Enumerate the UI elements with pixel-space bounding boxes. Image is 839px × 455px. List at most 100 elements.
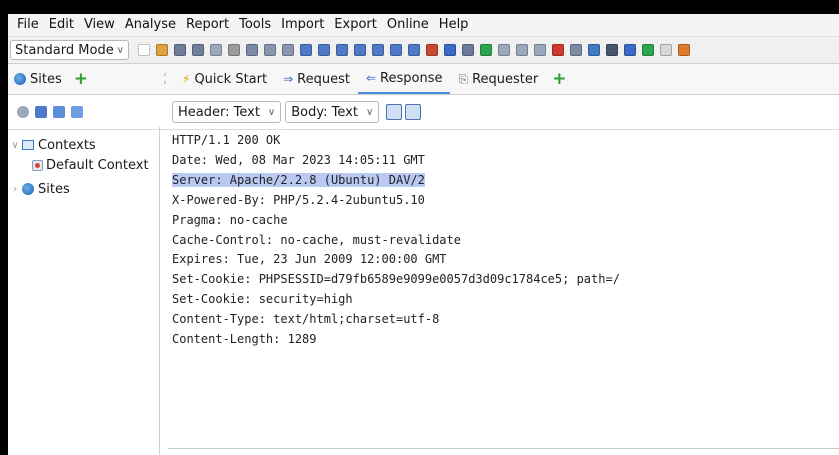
expires-header: Expires: Tue, 23 Jun 2009 12:00:00 GMT <box>172 252 447 267</box>
date-header: Date: Wed, 08 Mar 2023 14:05:11 GMT <box>172 152 425 167</box>
export-context-icon[interactable] <box>71 106 83 118</box>
continue-icon[interactable] <box>516 44 528 56</box>
response-toolbar: Header: Text ∨ Body: Text ∨ <box>160 101 422 123</box>
hud-icon[interactable] <box>606 44 618 56</box>
content-length-header: Content-Length: 1289 <box>172 332 317 347</box>
layout-panel-3-icon[interactable] <box>336 44 348 56</box>
new-session-icon[interactable] <box>138 44 150 56</box>
manual-explore-icon[interactable] <box>624 44 636 56</box>
chevron-down-icon[interactable]: ∨ <box>8 140 22 151</box>
zap-window: File Edit View Analyse Report Tools Impo… <box>8 14 839 455</box>
tab-scroll-icon[interactable]: ‹ › <box>160 71 170 88</box>
export-icon[interactable] <box>246 44 258 56</box>
tab-response[interactable]: ⇐ Response <box>357 64 451 94</box>
show-all-tabs-icon[interactable] <box>372 44 384 56</box>
chevron-down-icon: ∨ <box>267 106 276 118</box>
contexts-label: Contexts <box>38 137 96 153</box>
pragma-header: Pragma: no-cache <box>172 212 288 227</box>
bug-icon[interactable] <box>678 44 690 56</box>
delete-icon[interactable] <box>552 44 564 56</box>
break-on-icon[interactable] <box>480 44 492 56</box>
hide-tabs-icon[interactable] <box>390 44 402 56</box>
globe-icon <box>22 183 34 195</box>
menu-help[interactable]: Help <box>434 14 474 36</box>
sites-tree: ∨ Contexts Default Context › Sites <box>8 127 160 455</box>
open-session-icon[interactable] <box>156 44 168 56</box>
menu-edit[interactable]: Edit <box>44 14 79 36</box>
menu-import[interactable]: Import <box>276 14 329 36</box>
mode-select-label: Standard Mode <box>15 42 114 58</box>
contexts-icon <box>22 140 34 150</box>
options-icon[interactable] <box>228 44 240 56</box>
header-view-select[interactable]: Header: Text ∨ <box>172 101 282 123</box>
menu-analyse[interactable]: Analyse <box>120 14 181 36</box>
sites-toolbar <box>8 106 160 118</box>
content-type-header: Content-Type: text/html;charset=utf-8 <box>172 312 440 327</box>
server-header: Server: Apache/2.2.8 (Ubuntu) DAV/2 <box>172 172 425 187</box>
split-horizontal-icon[interactable] <box>405 104 422 120</box>
tab-response-label: Response <box>380 70 443 86</box>
body-view-select[interactable]: Body: Text ∨ <box>285 101 380 123</box>
menu-export[interactable]: Export <box>329 14 382 36</box>
header-view-label: Header: Text <box>178 104 260 120</box>
default-context-label: Default Context <box>46 157 149 173</box>
drop-icon[interactable] <box>534 44 546 56</box>
chevron-right-icon[interactable]: › <box>8 184 22 195</box>
menu-view[interactable]: View <box>79 14 120 36</box>
tab-requester[interactable]: ⎘ Requester <box>450 64 546 94</box>
context-icon <box>32 159 43 171</box>
requester-icon: ⎘ <box>458 71 469 86</box>
menu-tools[interactable]: Tools <box>234 14 276 36</box>
set-cookie-security-header: Set-Cookie: security=high <box>172 292 353 307</box>
layout-panel-2-icon[interactable] <box>318 44 330 56</box>
x-powered-by-header: X-Powered-By: PHP/5.2.4-2ubuntu5.10 <box>172 192 425 207</box>
show-in-context-icon[interactable] <box>17 106 29 118</box>
menu-report[interactable]: Report <box>181 14 234 36</box>
session-properties-icon[interactable] <box>210 44 222 56</box>
layout-tabs-icon[interactable] <box>282 44 294 56</box>
mode-select[interactable]: Standard Mode ∨ <box>10 40 129 60</box>
import-context-icon[interactable] <box>53 106 65 118</box>
menu-online[interactable]: Online <box>382 14 434 36</box>
arrow-left-icon: ⇐ <box>365 71 377 85</box>
chevron-down-icon: ∨ <box>116 44 124 56</box>
tab-sites[interactable]: Sites <box>30 72 62 87</box>
snapshot-session-icon[interactable] <box>192 44 204 56</box>
notes-icon[interactable] <box>660 44 672 56</box>
tree-contexts[interactable]: ∨ Contexts <box>8 135 159 155</box>
add-tab-icon[interactable]: + <box>552 70 566 88</box>
tree-sites[interactable]: › Sites <box>8 179 159 199</box>
body-view-label: Body: Text <box>291 104 358 120</box>
set-cookie-session-header: Set-Cookie: PHPSESSID=d79fb6589e9099e005… <box>172 272 620 287</box>
tree-default-context[interactable]: Default Context <box>8 155 159 175</box>
response-panel[interactable]: HTTP/1.1 200 OK Date: Wed, 08 Mar 2023 1… <box>160 127 839 455</box>
sites-tree-label: Sites <box>38 181 70 197</box>
chevron-down-icon: ∨ <box>365 106 374 118</box>
alerts-icon[interactable] <box>570 44 582 56</box>
tab-quick-start-label: Quick Start <box>194 71 268 87</box>
response-header-text[interactable]: HTTP/1.1 200 OK Date: Wed, 08 Mar 2023 1… <box>172 131 839 350</box>
layout-panel-4-icon[interactable] <box>354 44 366 56</box>
forced-user-icon[interactable] <box>642 44 654 56</box>
sites-tree-icon[interactable] <box>588 44 600 56</box>
menu-file[interactable]: File <box>12 14 44 36</box>
add-context-icon[interactable] <box>35 106 47 118</box>
persist-session-icon[interactable] <box>174 44 186 56</box>
split-vertical-icon[interactable] <box>386 104 403 120</box>
sub-toolbar-row: Header: Text ∨ Body: Text ∨ <box>8 95 839 130</box>
tab-quick-start[interactable]: ⚡ Quick Start <box>174 64 275 94</box>
spider-icon[interactable] <box>426 44 438 56</box>
ajax-spider-icon[interactable] <box>444 44 456 56</box>
lightning-icon: ⚡ <box>182 72 191 86</box>
layout-full-icon[interactable] <box>264 44 276 56</box>
left-tabs: Sites + <box>8 70 160 88</box>
main-area: ∨ Contexts Default Context › Sites HTTP/… <box>8 127 839 455</box>
pane-divider[interactable] <box>168 448 839 449</box>
add-tab-icon[interactable]: + <box>74 70 88 88</box>
menubar: File Edit View Analyse Report Tools Impo… <box>8 14 839 37</box>
pin-tabs-icon[interactable] <box>408 44 420 56</box>
layout-panel-1-icon[interactable] <box>300 44 312 56</box>
scan-policy-icon[interactable] <box>462 44 474 56</box>
tab-request[interactable]: ⇒ Request <box>275 64 358 94</box>
step-icon[interactable] <box>498 44 510 56</box>
